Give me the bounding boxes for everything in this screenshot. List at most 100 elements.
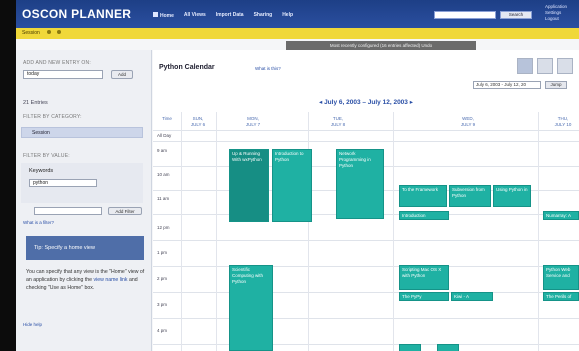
- event-title: Numarray: A: [546, 213, 572, 218]
- session-label[interactable]: Session: [22, 30, 40, 36]
- nav-sharing[interactable]: Sharing: [254, 12, 273, 19]
- event-block[interactable]: Python Web Service and: [543, 265, 579, 290]
- settings-icon[interactable]: [57, 30, 62, 34]
- day-date: JULY 10: [554, 122, 572, 127]
- time-label: 1 pm: [157, 250, 168, 255]
- date-range-input[interactable]: July 6, 2003 - July 12, 20: [473, 81, 541, 89]
- add-button[interactable]: Add: [111, 70, 133, 79]
- add-filter-button[interactable]: Add Filter: [108, 207, 142, 215]
- what-filter-link[interactable]: What is a filter?: [23, 220, 54, 225]
- nav-home[interactable]: Home: [153, 12, 174, 19]
- event-block[interactable]: Scientific Computing with Python: [229, 265, 273, 351]
- filter-value-header: Filter by value:: [23, 153, 70, 159]
- time-label: 11 am: [157, 196, 170, 201]
- add-entry-input[interactable]: today: [23, 70, 103, 79]
- tip-header: Tip: Specify a home view: [26, 236, 144, 260]
- day-header-tue: TUE, JULY 8: [313, 116, 363, 128]
- column-divider: [538, 112, 539, 351]
- category-label: Session: [32, 130, 50, 136]
- search-button[interactable]: Search: [500, 11, 532, 19]
- time-label: 9 am: [157, 148, 168, 153]
- what-is-this-link[interactable]: What is this?: [255, 66, 281, 71]
- calendar-grid: Time SUN, JULY 6 MON, JULY 7 TUE, JULY 8 WE…: [153, 112, 579, 351]
- event-block[interactable]: Introduction to Python: [272, 149, 312, 222]
- time-header: Time: [162, 116, 172, 121]
- event-block[interactable]: Using Python in: [493, 185, 531, 207]
- app-logo[interactable]: OSCON PLANNER: [22, 7, 131, 21]
- event-block[interactable]: The PyPy: [399, 292, 449, 301]
- time-label: 10 am: [157, 172, 170, 177]
- event-title: To the Framework: [402, 187, 439, 192]
- tip-text: You can specify that any view is the "Ho…: [26, 268, 146, 292]
- day-date: JULY 9: [460, 122, 476, 127]
- nav-import-data[interactable]: Import Data: [216, 12, 244, 19]
- time-label: 3 pm: [157, 302, 168, 307]
- sidebar: Add and new entry on: today Add 21 Entri…: [16, 50, 152, 351]
- category-item-session[interactable]: Session: [21, 127, 143, 138]
- event-title: Python Web Service and: [546, 267, 571, 278]
- calendar-title: Python Calendar: [159, 64, 215, 71]
- event-block[interactable]: Scripting Mac OS X with Python: [399, 265, 449, 290]
- search-input[interactable]: [434, 11, 496, 19]
- top-bar: OSCON PLANNER Home All Views Import Data…: [16, 0, 579, 28]
- keywords-value-input[interactable]: python: [29, 179, 97, 187]
- event-block[interactable]: Kiwi - A: [451, 292, 493, 301]
- event-title: Scientific Computing with Python: [232, 267, 264, 284]
- event-title: Using Python in: [496, 187, 528, 192]
- day-header-thu: THU, JULY 10: [548, 116, 578, 128]
- event-title: The Perils of: [546, 294, 572, 299]
- column-divider: [308, 112, 309, 351]
- filter-category-header: Filter by category:: [23, 114, 82, 120]
- time-label: 12 pm: [157, 225, 170, 230]
- calendar-panel: Python Calendar What is this? July 6, 20…: [153, 50, 579, 351]
- day-date: JULY 7: [245, 122, 261, 127]
- keywords-label: Keywords: [29, 168, 54, 174]
- calendar-view-icon[interactable]: [517, 58, 533, 74]
- event-title: Kiwi - A: [454, 294, 470, 299]
- add-entry-header: Add and new entry on:: [23, 60, 91, 66]
- new-filter-input[interactable]: [34, 207, 102, 215]
- notice-banner: Most recently configured (16 entries aff…: [286, 41, 476, 50]
- add-icon[interactable]: [47, 30, 52, 34]
- view-switcher: [517, 58, 573, 74]
- event-title: The PyPy: [402, 294, 422, 299]
- event-title: Scripting Mac OS X with Python: [402, 267, 442, 278]
- event-title: Introduction: [402, 213, 426, 218]
- week-navigation[interactable]: ◂ July 6, 2003 – July 12, 2003 ▸: [153, 98, 579, 106]
- event-block[interactable]: Numarray: A: [543, 211, 579, 220]
- home-icon: [153, 12, 158, 17]
- session-bar: Session: [16, 28, 579, 39]
- app-screen: OSCON PLANNER Home All Views Import Data…: [16, 0, 579, 351]
- hide-help-link[interactable]: Hide help: [23, 322, 42, 327]
- event-block[interactable]: Network Programming in Python: [336, 149, 384, 219]
- day-header-wed: WED, JULY 9: [433, 116, 503, 128]
- main-nav: Home All Views Import Data Sharing Help: [153, 12, 293, 19]
- event-block[interactable]: To the Framework: [399, 185, 447, 207]
- table-view-icon[interactable]: [557, 58, 573, 74]
- tip-view-name-link[interactable]: view name link: [94, 277, 128, 283]
- day-header-mon: MON, JULY 7: [223, 116, 283, 128]
- column-divider: [181, 112, 182, 351]
- user-links: Application Settings Logout: [545, 4, 579, 22]
- all-day-label: All Day: [157, 133, 172, 138]
- event-block[interactable]: The Perils of: [543, 292, 579, 301]
- event-block[interactable]: [437, 344, 459, 351]
- day-date: JULY 6: [190, 122, 206, 127]
- list-view-icon[interactable]: [537, 58, 553, 74]
- link-logout[interactable]: Logout: [545, 16, 579, 22]
- nav-all-views[interactable]: All Views: [184, 12, 206, 19]
- column-divider: [393, 112, 394, 351]
- event-title: Network Programming in Python: [339, 151, 371, 168]
- event-title: Subversion from Python: [452, 187, 485, 198]
- day-date: JULY 8: [330, 122, 346, 127]
- entries-count: 21 Entries: [23, 100, 48, 106]
- event-block[interactable]: [399, 344, 421, 351]
- column-divider: [216, 112, 217, 351]
- event-block[interactable]: Subversion from Python: [449, 185, 491, 207]
- value-filter-panel: Keywords python: [21, 163, 143, 203]
- nav-help[interactable]: Help: [282, 12, 293, 19]
- event-block[interactable]: Up & Running With wxPython: [229, 149, 269, 222]
- day-header-sun: SUN, JULY 6: [183, 116, 213, 128]
- event-block[interactable]: Introduction: [399, 211, 449, 220]
- jump-button[interactable]: Jump: [545, 81, 567, 89]
